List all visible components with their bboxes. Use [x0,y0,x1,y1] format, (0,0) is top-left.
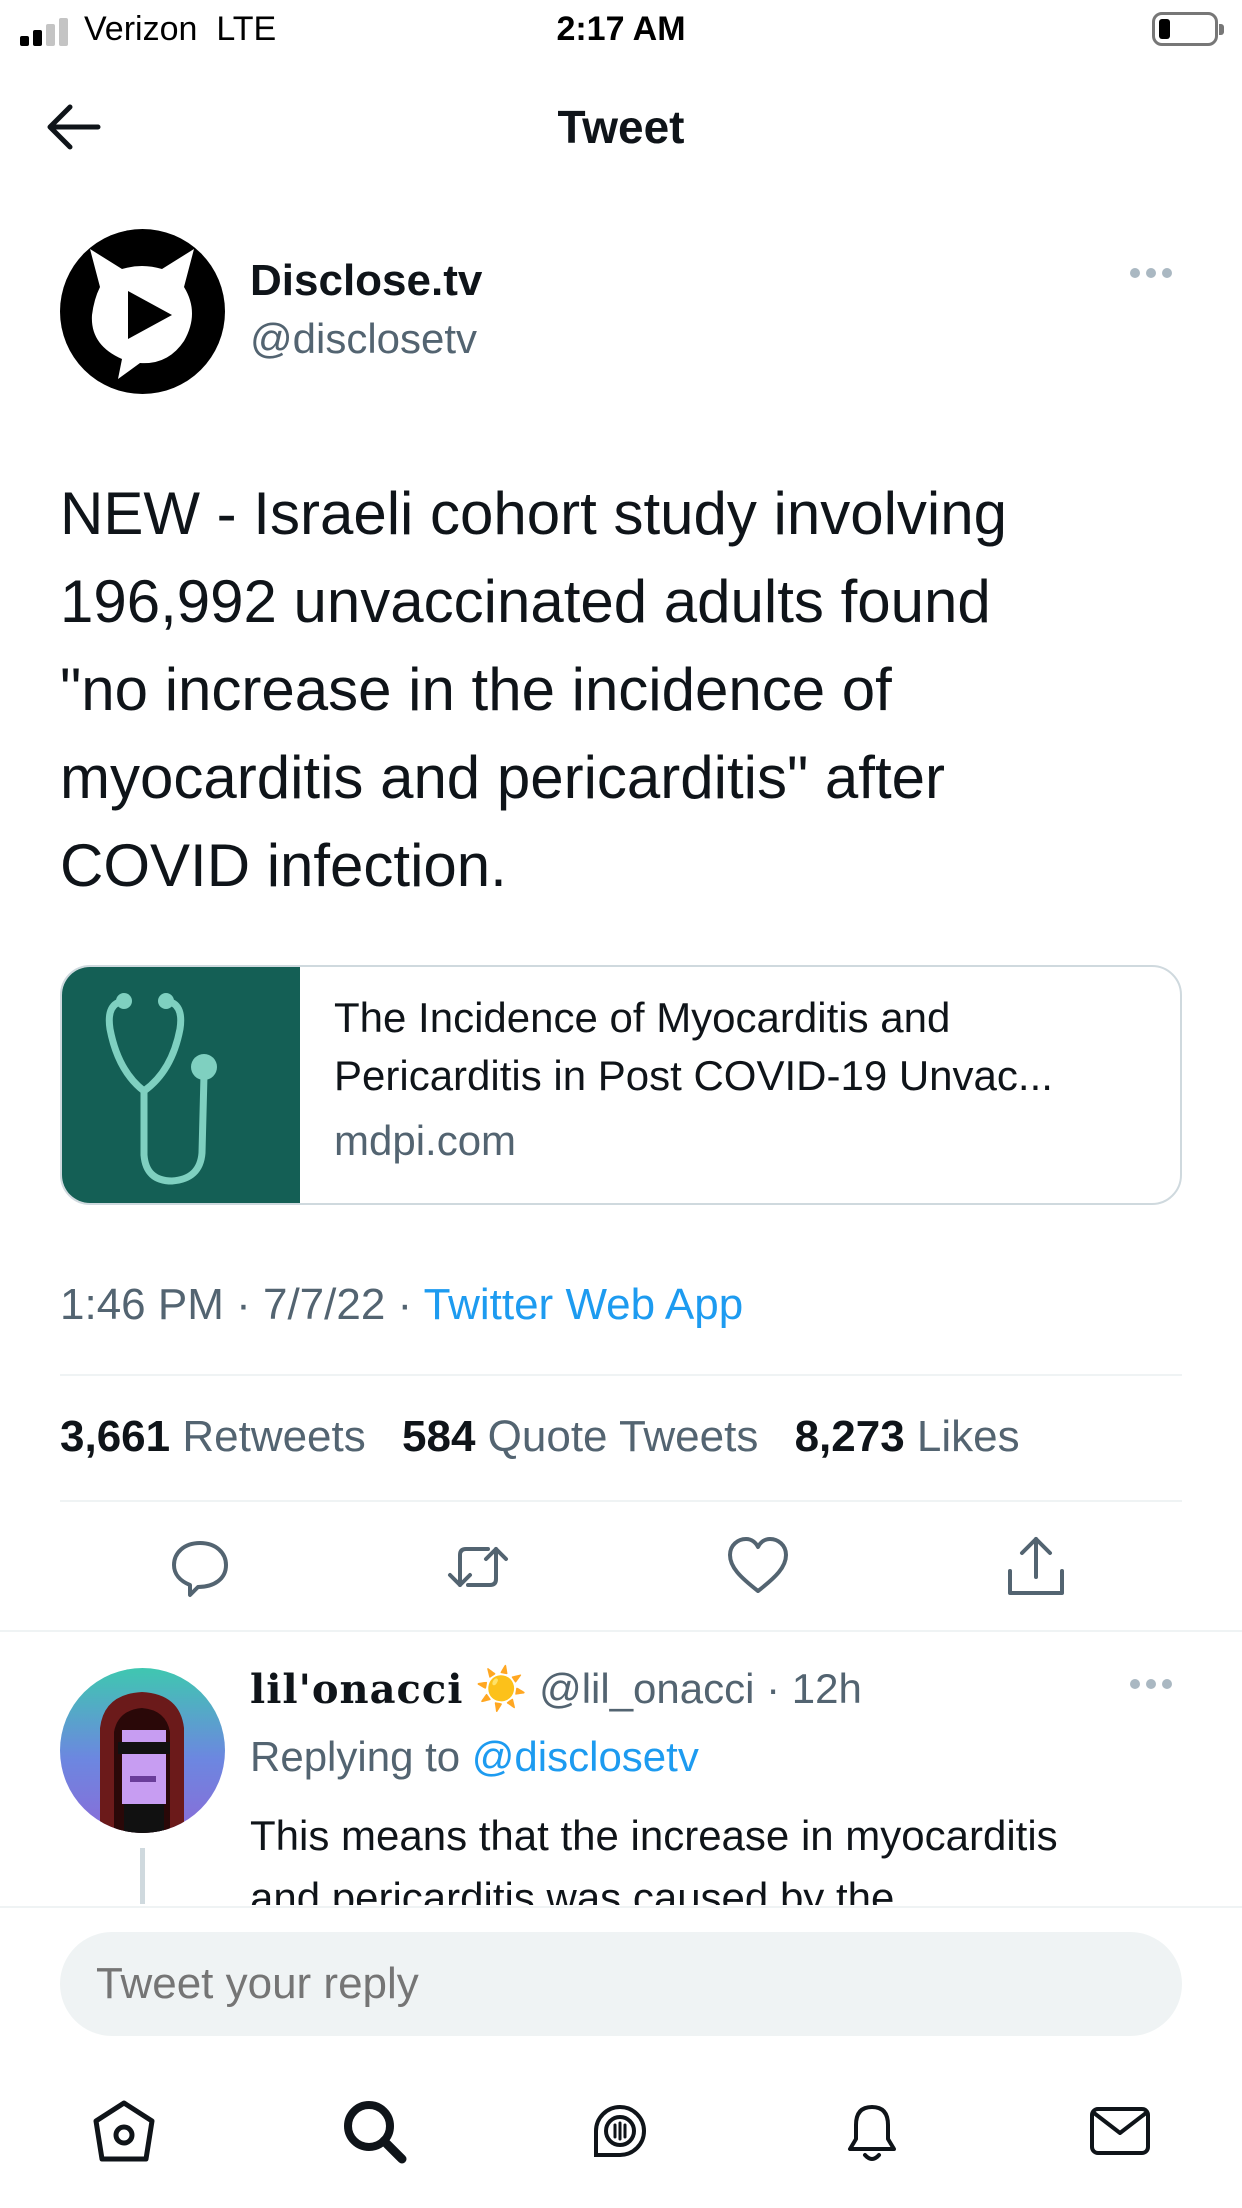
pixel-hooded-figure-icon [100,1692,184,1833]
retweet-button[interactable] [446,1535,510,1599]
replying-to-label: Replying to [250,1733,461,1780]
like-button[interactable] [726,1535,790,1599]
tweet-text-line: NEW - Israeli cohort study involving [60,480,1007,547]
link-card-domain: mdpi.com [334,1117,517,1164]
author-avatar[interactable] [60,229,225,394]
tweet-stats: 3,661 Retweets 584 Quote Tweets 8,273 Li… [60,1412,1044,1462]
reply-more-options-button[interactable] [1130,1679,1172,1689]
likes-count: 8,273 [794,1412,905,1461]
replying-to-handle[interactable]: @disclosetv [472,1733,699,1780]
tweet-text-line: "no increase in the incidence of [60,656,892,723]
tweet-text-line: 196,992 unvaccinated adults found [60,568,991,635]
meta-separator: · [385,1280,424,1329]
reply-button[interactable] [168,1535,232,1599]
retweets-stat[interactable]: 3,661 Retweets [60,1412,366,1461]
link-card-thumbnail [62,967,300,1203]
link-card[interactable]: The Incidence of Myocarditis and Pericar… [60,965,1182,1205]
thread-line [140,1848,145,1904]
link-card-title-line: The Incidence of Myocarditis and [334,994,951,1041]
notifications-icon [848,2105,896,2161]
tweet-meta: 1:46 PM · 7/7/22 · Twitter Web App [60,1280,743,1330]
reply-text-line: and pericarditis was caused by the [250,1874,895,1905]
retweets-label: Retweets [182,1412,366,1461]
tweet-text-line: COVID infection. [60,832,507,899]
tab-home[interactable] [88,2095,160,2167]
messages-icon [1090,2107,1150,2155]
reply-text-line: This means that the increase in myocardi… [250,1812,1058,1859]
quote-tweets-label: Quote Tweets [487,1412,759,1461]
tweet-text-line: myocarditis and pericarditis" after [60,744,945,811]
stethoscope-icon [105,993,217,1185]
status-bar: Verizon LTE 2:17 AM [0,0,1242,62]
nav-header: Tweet [0,62,1242,192]
tab-spaces[interactable] [584,2095,656,2167]
tab-search[interactable] [338,2095,410,2167]
share-icon [1008,1537,1064,1595]
reply-author-name[interactable]: lil'onacci [250,1666,463,1713]
reply-author-handle[interactable]: @lil_onacci [539,1665,754,1712]
more-icon [1130,268,1172,278]
tweet-time: 1:46 PM [60,1280,224,1329]
reply-input[interactable] [60,1932,1182,2036]
reply-header: lil'onacci ☀️ @lil_onacci · 12h [250,1665,862,1721]
reply-text: This means that the increase in myocardi… [250,1805,1210,1905]
tweet-text: NEW - Israeli cohort study involving 196… [60,470,1200,910]
quote-tweets-count: 584 [402,1412,476,1461]
sun-emoji: ☀️ [475,1665,528,1712]
reply-time: · 12h [766,1665,862,1712]
tab-messages[interactable] [1084,2095,1156,2167]
retweets-count: 3,661 [60,1412,171,1461]
reply-icon [172,1541,228,1597]
divider [60,1374,1182,1376]
battery-icon [1152,12,1224,46]
play-cat-logo-icon [90,249,194,379]
like-icon [728,1537,788,1593]
home-icon [93,2100,155,2162]
reply-avatar[interactable] [60,1668,225,1833]
retweet-icon [448,1547,508,1587]
tweet-date: 7/7/22 [262,1280,386,1329]
likes-label: Likes [916,1412,1020,1461]
quote-tweets-stat[interactable]: 584 Quote Tweets [402,1412,758,1461]
divider [0,1630,1242,1632]
replying-to: Replying to @disclosetv [250,1733,699,1781]
author-handle[interactable]: @disclosetv [250,315,477,363]
author-name[interactable]: Disclose.tv [250,256,482,306]
search-icon [344,2101,407,2164]
link-card-title: The Incidence of Myocarditis and Pericar… [334,989,1164,1105]
meta-separator: · [223,1280,263,1329]
tab-notifications[interactable] [836,2095,908,2167]
share-button[interactable] [1004,1535,1068,1599]
divider [60,1500,1182,1502]
link-card-title-line: Pericarditis in Post COVID-19 Unvac... [334,1052,1053,1099]
spaces-icon [594,2105,646,2157]
more-options-button[interactable] [1130,268,1176,290]
page-title: Tweet [557,101,685,153]
source-app-link[interactable]: Twitter Web App [424,1280,744,1329]
more-icon [1130,1679,1172,1689]
likes-stat[interactable]: 8,273 Likes [795,1412,1020,1461]
status-time: 2:17 AM [556,10,686,48]
